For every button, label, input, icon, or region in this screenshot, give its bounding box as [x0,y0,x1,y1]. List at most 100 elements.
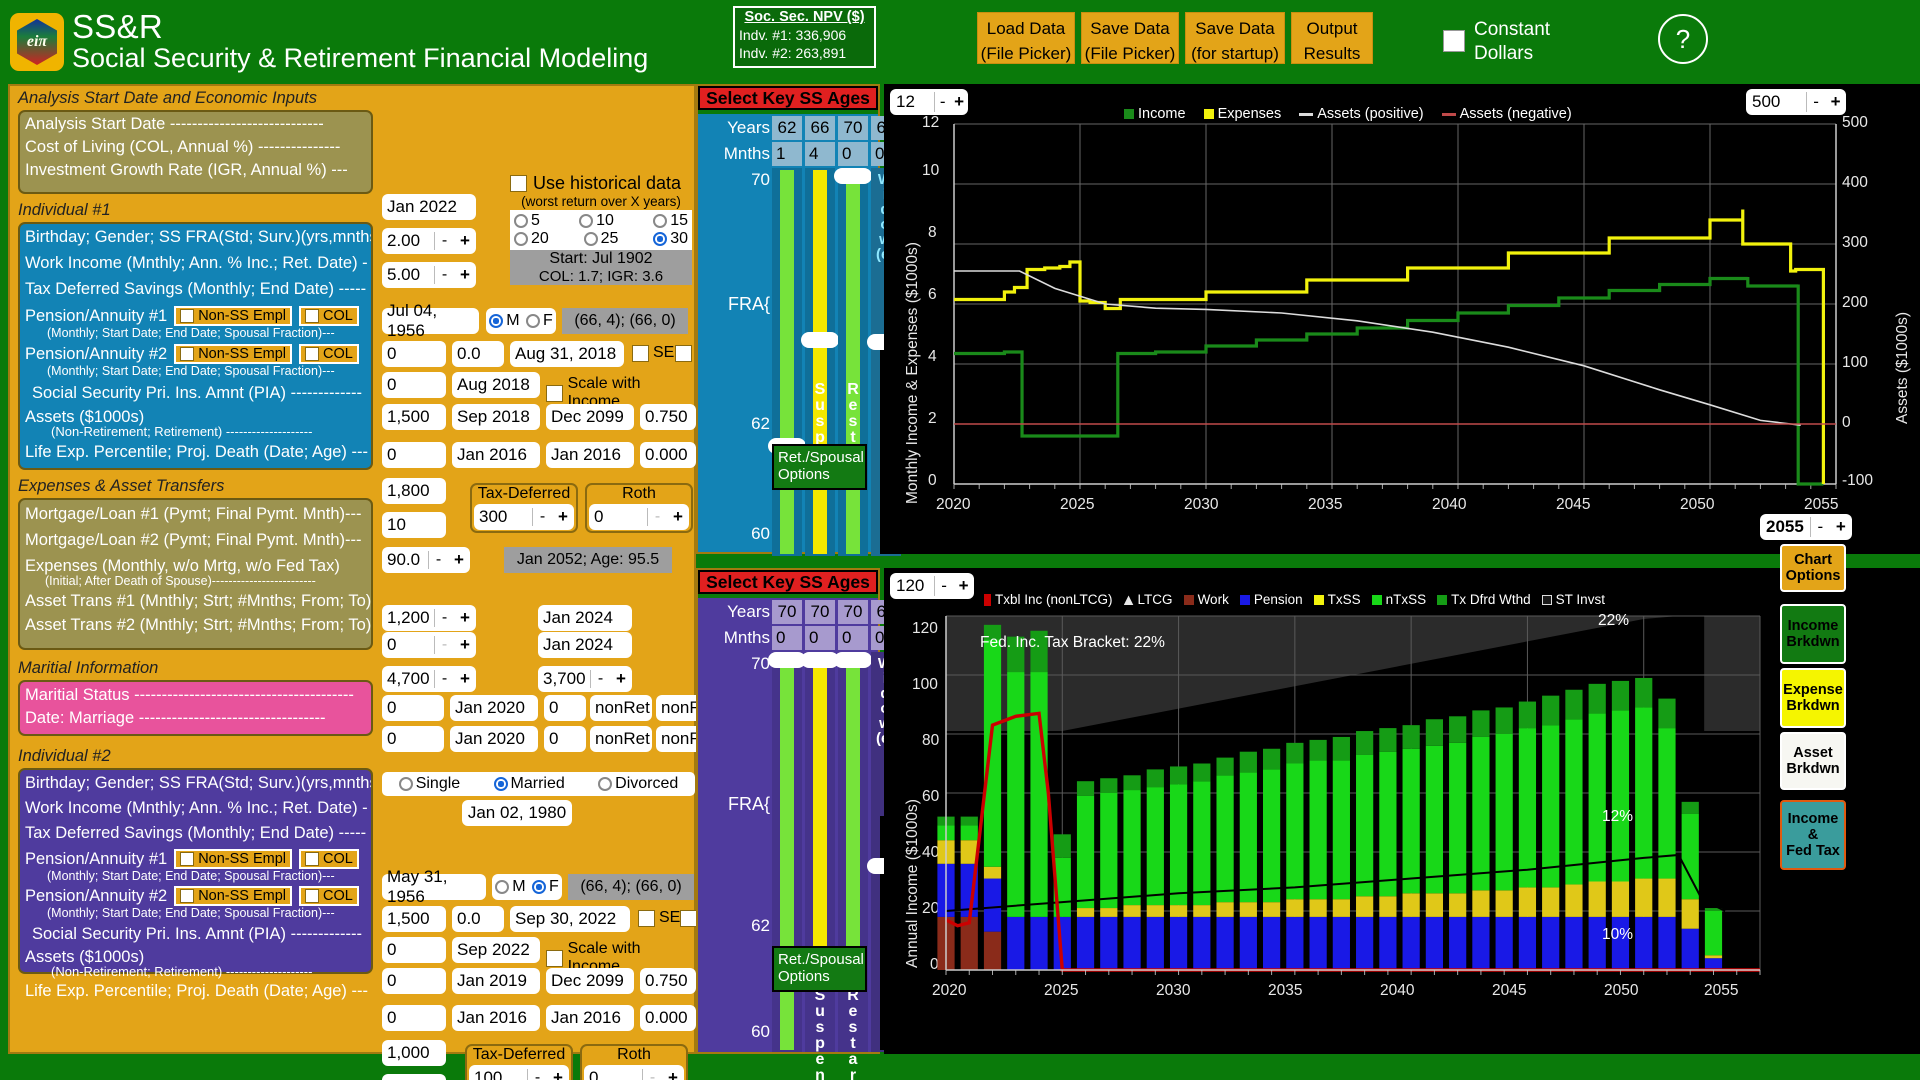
ind2-pension2-amount-input[interactable]: 0 [382,1005,446,1031]
ind1-life-decrement[interactable]: - [428,551,448,569]
ind2-birthday-input[interactable]: May 31, 1956 [382,874,486,900]
ind2-pension2-end-input[interactable]: Jan 2016 [546,1005,634,1031]
ind1-tax-deferred-input[interactable]: 300 - + [474,504,574,530]
analysis-start-date-input[interactable]: Jan 2022 [382,194,476,220]
asset-trans2-start-input[interactable]: Jan 2020 [450,726,538,752]
bottom-chart-left-max-increment[interactable]: + [953,576,974,596]
historical-radio-5[interactable]: 5 [514,212,540,230]
ind2-pension1-nonss-toggle[interactable]: Non-SS Empl [174,849,292,869]
ss2-slider-track-3[interactable]: Restart [838,652,868,1052]
ind1-pension1-start-input[interactable]: Sep 2018 [452,404,540,430]
asset-trans1-months-input[interactable]: 0 [544,695,586,721]
top-chart-right-max-input[interactable]: 500 - + [1746,89,1846,115]
ss1-years-col1[interactable]: 62 [772,116,802,140]
income-brkdwn-button[interactable]: IncomeBrkdwn [1780,604,1846,664]
ind2-taxdef-increment[interactable]: + [547,1068,569,1080]
output-results-button[interactable]: Output Results [1291,12,1373,64]
mortgage2-payment-input[interactable]: 0 -+ [382,632,476,658]
ss2-mnths-col3[interactable]: 0 [838,626,868,650]
use-historical-data-checkbox[interactable] [510,175,527,192]
ss1-years-col2[interactable]: 66 [805,116,835,140]
ss2-years-col1[interactable]: 70 [772,600,802,624]
ind1-taxdef-decrement[interactable]: - [532,508,552,526]
ind2-pension1-start-input[interactable]: Jan 2019 [452,968,540,994]
ind1-tds-monthly-input[interactable]: 0 [382,372,446,398]
ind1-pension2-amount-input[interactable]: 0 [382,442,446,468]
ss1-slider-track-1[interactable] [772,168,802,556]
ind2-pension1-amount-input[interactable]: 0 [382,968,446,994]
asset-trans1-from-input[interactable]: nonRet [590,695,652,721]
ind1-birthday-input[interactable]: Jul 04, 1956 [382,308,479,334]
ind2-gender-male[interactable]: M [495,878,525,896]
ss2-years-col3[interactable]: 70 [838,600,868,624]
ss2-mnths-col1[interactable]: 0 [772,626,802,650]
asset-brkdwn-button[interactable]: AssetBrkdwn [1780,732,1846,790]
ss1-slider-track-3[interactable]: Restart [838,168,868,556]
ind2-gender-female[interactable]: F [532,878,559,896]
ss2-ret-spousal-options-button[interactable]: Ret./Spousal Options [772,946,867,992]
ind2-pension2-start-input[interactable]: Jan 2016 [452,1005,540,1031]
ss2-slider-track-1[interactable] [772,652,802,1052]
ind1-gender-female[interactable]: F [526,312,553,330]
asset-trans1-start-input[interactable]: Jan 2020 [450,695,538,721]
help-button[interactable]: ? [1658,14,1708,64]
ind2-tds-monthly-input[interactable]: 0 [382,937,446,963]
ss1-mnths-col1[interactable]: 1 [772,142,802,166]
ind2-pension1-col-toggle[interactable]: COL [299,849,359,869]
ind1-pension1-end-input[interactable]: Dec 2099 [546,404,634,430]
ind1-pension2-start-input[interactable]: Jan 2016 [452,442,540,468]
ind1-tds-enddate-input[interactable]: Aug 2018 [452,372,540,398]
ind1-life-percentile-input[interactable]: 90.0 - + [382,547,470,573]
ss1-mnths-col3[interactable]: 0 [838,142,868,166]
ind1-life-increment[interactable]: + [448,550,470,570]
historical-radio-25[interactable]: 25 [584,230,619,248]
top-chart-right-max-decrement[interactable]: - [1806,92,1825,112]
ind1-work-pct-input[interactable]: 0.0 [452,341,504,367]
marital-divorced-radio[interactable]: Divorced [598,775,678,793]
ss2-slider-track-2[interactable]: Suspend [805,652,835,1052]
top-chart-left-max-input[interactable]: 12 - + [890,89,968,115]
asset-trans2-months-input[interactable]: 0 [544,726,586,752]
expenses-initial-input[interactable]: 4,700 -+ [382,666,476,692]
ind1-pia-input[interactable]: 1,800 [382,478,446,504]
mort1-decrement[interactable]: - [434,609,454,627]
ss2-mnths-col2[interactable]: 0 [805,626,835,650]
top-chart-right-max-increment[interactable]: + [1825,92,1846,112]
ind1-work-retdate-input[interactable]: Aug 31, 2018 [510,341,624,367]
ss1-mnths-col2[interactable]: 4 [805,142,835,166]
top-chart-left-max-decrement[interactable]: - [934,92,950,112]
ind1-pension2-col-toggle[interactable]: COL [299,344,359,364]
igr-rate-input[interactable]: 5.00 - + [382,262,476,288]
exp-after-decrement[interactable]: - [590,670,610,688]
ind2-roth-input[interactable]: 0 - + [584,1065,684,1080]
ind2-pia-input[interactable]: 1,000 [382,1040,446,1066]
ss2-slider-knob-3[interactable] [834,652,872,668]
chart-options-button[interactable]: ChartOptions [1780,544,1846,592]
save-data-picker-button[interactable]: Save Data (File Picker) [1081,12,1179,64]
ind2-work-retdate-input[interactable]: Sep 30, 2022 [510,906,630,932]
exp-after-increment[interactable]: + [610,669,632,689]
marriage-date-input[interactable]: Jan 02, 1980 [462,800,572,826]
ind1-assets-nonret-input[interactable]: 10 [382,512,446,538]
exp-initial-increment[interactable]: + [454,669,476,689]
ind2-pension1-end-input[interactable]: Dec 2099 [546,968,634,994]
historical-radio-15[interactable]: 15 [653,212,688,230]
ind2-work-pct-input[interactable]: 0.0 [452,906,504,932]
ss1-years-col3[interactable]: 70 [838,116,868,140]
ind2-se-toggle[interactable]: SE [638,909,680,927]
save-data-startup-button[interactable]: Save Data (for startup) [1185,12,1285,64]
igr-rate-increment[interactable]: + [454,265,476,285]
constant-dollars-checkbox[interactable] [1443,30,1465,52]
ind1-gender-male[interactable]: M [489,312,519,330]
ind2-tax-deferred-input[interactable]: 100 - + [469,1065,569,1080]
ind1-roth-decrement[interactable]: - [647,508,667,526]
ind2-roth-decrement[interactable]: - [642,1069,662,1080]
mortgage1-final-month-input[interactable]: Jan 2024 [538,605,632,631]
mort2-decrement[interactable]: - [434,636,454,654]
ind1-pension2-nonss-toggle[interactable]: Non-SS Empl [174,344,292,364]
ind2-taxdef-decrement[interactable]: - [527,1069,547,1080]
ind1-pension2-end-input[interactable]: Jan 2016 [546,442,634,468]
marital-single-radio[interactable]: Single [399,775,460,793]
ind1-pension1-nonss-toggle[interactable]: Non-SS Empl [174,306,292,326]
expenses-after-death-input[interactable]: 3,700 -+ [538,666,632,692]
